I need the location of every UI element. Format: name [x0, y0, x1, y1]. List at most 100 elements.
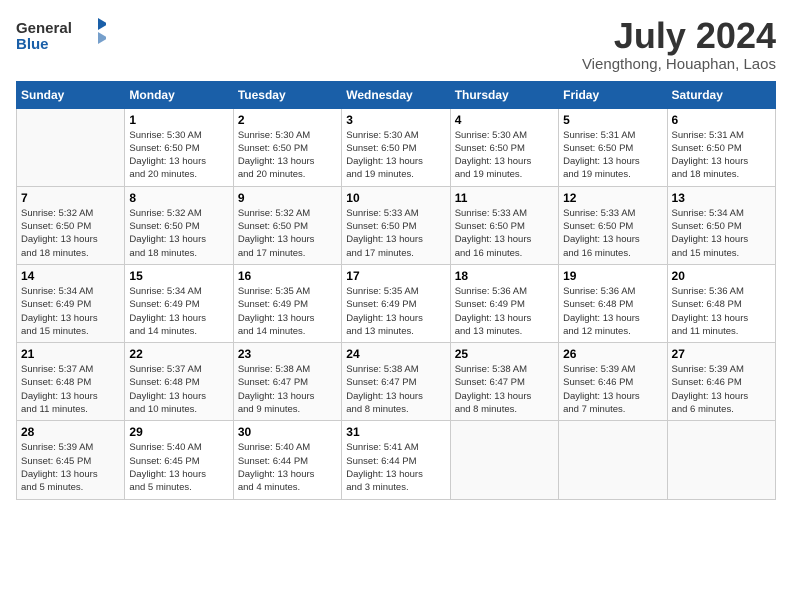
- calendar-header: Sunday Monday Tuesday Wednesday Thursday…: [17, 81, 776, 108]
- calendar-cell: 16 Sunrise: 5:35 AM Sunset: 6:49 PM Dayli…: [233, 264, 341, 342]
- calendar-cell: [667, 421, 775, 499]
- day-number: 24: [346, 347, 445, 361]
- calendar-cell: 24Sunrise: 5:38 AM Sunset: 6:47 PM Dayli…: [342, 343, 450, 421]
- day-number: 1: [129, 113, 228, 127]
- day-info: Sunrise: 5:37 AM Sunset: 6:48 PM Dayligh…: [21, 363, 120, 416]
- day-info: Sunrise: 5:39 AM Sunset: 6:46 PM Dayligh…: [563, 363, 662, 416]
- day-info: Sunrise: 5:32 AM Sunset: 6:50 PM Dayligh…: [129, 207, 228, 260]
- calendar-cell: [559, 421, 667, 499]
- logo: General Blue: [16, 16, 106, 56]
- calendar-cell: 29 Sunrise: 5:40 AM Sunset: 6:45 PM Dayli…: [125, 421, 233, 499]
- calendar-cell: 7Sunrise: 5:32 AM Sunset: 6:50 PM Daylig…: [17, 186, 125, 264]
- day-info: Sunrise: 5:33 AM Sunset: 6:50 PM Dayligh…: [346, 207, 445, 260]
- header-saturday: Saturday: [667, 81, 775, 108]
- day-number: 30: [238, 425, 337, 439]
- calendar-cell: 13 Sunrise: 5:34 AM Sunset: 6:50 PM Dayli…: [667, 186, 775, 264]
- day-info: Sunrise: 5:33 AM Sunset: 6:50 PM Dayligh…: [455, 207, 554, 260]
- calendar-cell: 5 Sunrise: 5:31 AM Sunset: 6:50 PM Daylig…: [559, 108, 667, 186]
- calendar-cell: 22Sunrise: 5:37 AM Sunset: 6:48 PM Dayli…: [125, 343, 233, 421]
- day-number: 5: [563, 113, 662, 127]
- calendar-cell: 15Sunrise: 5:34 AM Sunset: 6:49 PM Dayli…: [125, 264, 233, 342]
- day-number: 25: [455, 347, 554, 361]
- day-number: 17: [346, 269, 445, 283]
- day-info: Sunrise: 5:30 AM Sunset: 6:50 PM Dayligh…: [455, 129, 554, 182]
- calendar-cell: 2Sunrise: 5:30 AM Sunset: 6:50 PM Daylig…: [233, 108, 341, 186]
- calendar-cell: 27 Sunrise: 5:39 AM Sunset: 6:46 PM Dayli…: [667, 343, 775, 421]
- calendar-cell: 20 Sunrise: 5:36 AM Sunset: 6:48 PM Dayli…: [667, 264, 775, 342]
- day-number: 14: [21, 269, 120, 283]
- day-number: 31: [346, 425, 445, 439]
- calendar-cell: 28Sunrise: 5:39 AM Sunset: 6:45 PM Dayli…: [17, 421, 125, 499]
- day-info: Sunrise: 5:38 AM Sunset: 6:47 PM Dayligh…: [238, 363, 337, 416]
- calendar-cell: [17, 108, 125, 186]
- day-info: Sunrise: 5:39 AM Sunset: 6:46 PM Dayligh…: [672, 363, 771, 416]
- day-info: Sunrise: 5:32 AM Sunset: 6:50 PM Dayligh…: [238, 207, 337, 260]
- day-info: Sunrise: 5:35 AM Sunset: 6:49 PM Dayligh…: [238, 285, 337, 338]
- calendar-cell: 30 Sunrise: 5:40 AM Sunset: 6:44 PM Dayli…: [233, 421, 341, 499]
- day-info: Sunrise: 5:33 AM Sunset: 6:50 PM Dayligh…: [563, 207, 662, 260]
- day-info: Sunrise: 5:34 AM Sunset: 6:50 PM Dayligh…: [672, 207, 771, 260]
- day-number: 26: [563, 347, 662, 361]
- day-info: Sunrise: 5:40 AM Sunset: 6:44 PM Dayligh…: [238, 441, 337, 494]
- day-info: Sunrise: 5:34 AM Sunset: 6:49 PM Dayligh…: [21, 285, 120, 338]
- calendar-body: 1 Sunrise: 5:30 AM Sunset: 6:50 PM Daylig…: [17, 108, 776, 499]
- calendar-table: Sunday Monday Tuesday Wednesday Thursday…: [16, 81, 776, 500]
- day-info: Sunrise: 5:36 AM Sunset: 6:49 PM Dayligh…: [455, 285, 554, 338]
- svg-text:General: General: [16, 20, 72, 37]
- day-number: 20: [672, 269, 771, 283]
- day-number: 21: [21, 347, 120, 361]
- header-friday: Friday: [559, 81, 667, 108]
- day-info: Sunrise: 5:37 AM Sunset: 6:48 PM Dayligh…: [129, 363, 228, 416]
- day-info: Sunrise: 5:36 AM Sunset: 6:48 PM Dayligh…: [672, 285, 771, 338]
- day-info: Sunrise: 5:40 AM Sunset: 6:45 PM Dayligh…: [129, 441, 228, 494]
- calendar-cell: 25 Sunrise: 5:38 AM Sunset: 6:47 PM Dayli…: [450, 343, 558, 421]
- calendar-cell: [450, 421, 558, 499]
- day-number: 7: [21, 191, 120, 205]
- day-number: 13: [672, 191, 771, 205]
- day-info: Sunrise: 5:30 AM Sunset: 6:50 PM Dayligh…: [346, 129, 445, 182]
- calendar-cell: 14 Sunrise: 5:34 AM Sunset: 6:49 PM Dayli…: [17, 264, 125, 342]
- calendar-cell: 11 Sunrise: 5:33 AM Sunset: 6:50 PM Dayli…: [450, 186, 558, 264]
- calendar-week-3: 14 Sunrise: 5:34 AM Sunset: 6:49 PM Dayli…: [17, 264, 776, 342]
- day-info: Sunrise: 5:31 AM Sunset: 6:50 PM Dayligh…: [672, 129, 771, 182]
- svg-text:Blue: Blue: [16, 36, 49, 53]
- day-number: 18: [455, 269, 554, 283]
- calendar-cell: 8Sunrise: 5:32 AM Sunset: 6:50 PM Daylig…: [125, 186, 233, 264]
- day-number: 19: [563, 269, 662, 283]
- day-number: 2: [238, 113, 337, 127]
- calendar-cell: 19 Sunrise: 5:36 AM Sunset: 6:48 PM Dayli…: [559, 264, 667, 342]
- day-number: 16: [238, 269, 337, 283]
- day-info: Sunrise: 5:30 AM Sunset: 6:50 PM Dayligh…: [129, 129, 228, 182]
- page-header: General Blue July 2024 Viengthong, Houap…: [16, 16, 776, 73]
- title-block: July 2024 Viengthong, Houaphan, Laos: [582, 16, 776, 73]
- day-number: 6: [672, 113, 771, 127]
- calendar-week-4: 21 Sunrise: 5:37 AM Sunset: 6:48 PM Dayli…: [17, 343, 776, 421]
- header-monday: Monday: [125, 81, 233, 108]
- calendar-cell: 10 Sunrise: 5:33 AM Sunset: 6:50 PM Dayli…: [342, 186, 450, 264]
- day-number: 4: [455, 113, 554, 127]
- day-number: 12: [563, 191, 662, 205]
- day-info: Sunrise: 5:31 AM Sunset: 6:50 PM Dayligh…: [563, 129, 662, 182]
- day-number: 29: [129, 425, 228, 439]
- calendar-cell: 4 Sunrise: 5:30 AM Sunset: 6:50 PM Daylig…: [450, 108, 558, 186]
- day-number: 9: [238, 191, 337, 205]
- calendar-cell: 31Sunrise: 5:41 AM Sunset: 6:44 PM Dayli…: [342, 421, 450, 499]
- day-number: 15: [129, 269, 228, 283]
- header-tuesday: Tuesday: [233, 81, 341, 108]
- calendar-cell: 1 Sunrise: 5:30 AM Sunset: 6:50 PM Daylig…: [125, 108, 233, 186]
- calendar-cell: 18 Sunrise: 5:36 AM Sunset: 6:49 PM Dayli…: [450, 264, 558, 342]
- day-info: Sunrise: 5:39 AM Sunset: 6:45 PM Dayligh…: [21, 441, 120, 494]
- day-number: 10: [346, 191, 445, 205]
- day-number: 27: [672, 347, 771, 361]
- logo-svg: General Blue: [16, 16, 106, 56]
- day-number: 11: [455, 191, 554, 205]
- calendar-week-5: 28Sunrise: 5:39 AM Sunset: 6:45 PM Dayli…: [17, 421, 776, 499]
- day-info: Sunrise: 5:36 AM Sunset: 6:48 PM Dayligh…: [563, 285, 662, 338]
- day-info: Sunrise: 5:35 AM Sunset: 6:49 PM Dayligh…: [346, 285, 445, 338]
- calendar-cell: 26 Sunrise: 5:39 AM Sunset: 6:46 PM Dayli…: [559, 343, 667, 421]
- day-info: Sunrise: 5:38 AM Sunset: 6:47 PM Dayligh…: [455, 363, 554, 416]
- month-year-title: July 2024: [582, 16, 776, 56]
- header-sunday: Sunday: [17, 81, 125, 108]
- header-thursday: Thursday: [450, 81, 558, 108]
- calendar-cell: 3Sunrise: 5:30 AM Sunset: 6:50 PM Daylig…: [342, 108, 450, 186]
